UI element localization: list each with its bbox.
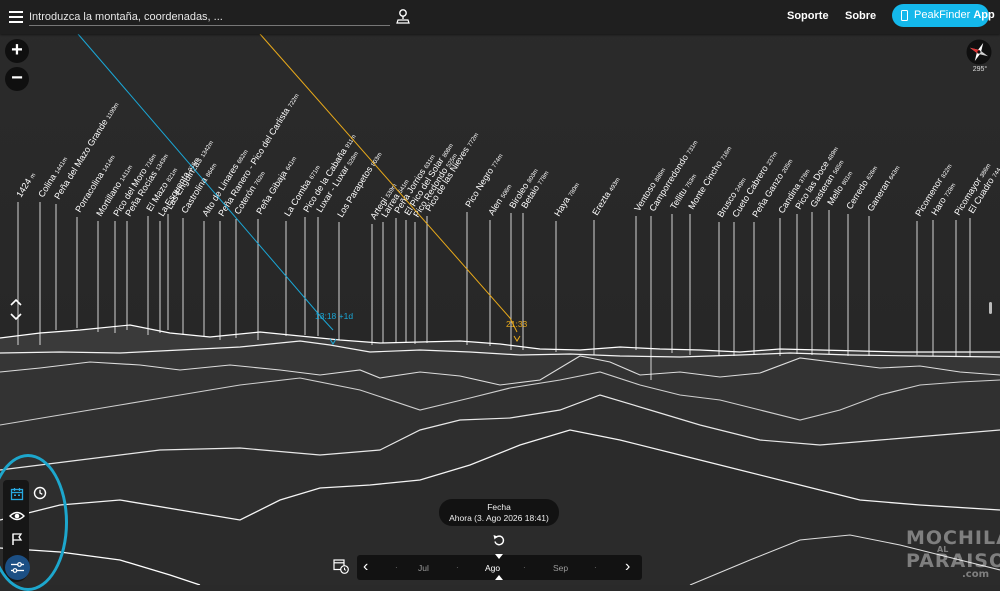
undo-icon[interactable] — [492, 533, 506, 547]
phone-icon — [901, 10, 908, 21]
timeline-tick: · — [594, 563, 597, 572]
compass-icon[interactable] — [966, 39, 992, 65]
timeline-month-current[interactable]: Ago — [485, 563, 500, 573]
search-input[interactable]: Introduzca la montaña, coordenadas, ... — [29, 9, 390, 26]
peakfinder-app-button[interactable]: PeakFinder App — [892, 4, 995, 27]
app-label: App — [973, 9, 995, 21]
date-picker-icon[interactable] — [332, 557, 350, 575]
app-brand: PeakFinder — [914, 9, 971, 21]
vertical-scrollbar[interactable] — [989, 302, 992, 314]
chevron-right-icon[interactable]: › — [625, 559, 630, 575]
timeline-tick: · — [523, 563, 526, 572]
date-info-badge[interactable]: Fecha Ahora (3. Ago 2026 18:41) — [439, 499, 559, 526]
timeline-month-sep[interactable]: Sep — [553, 563, 568, 573]
timeline-tick: · — [395, 563, 398, 572]
support-link[interactable]: Soporte — [787, 10, 829, 22]
timeline-marker-top — [495, 554, 503, 559]
timeline-tick: · — [456, 563, 459, 572]
sunset-time-label: 21:33 — [506, 319, 528, 329]
zoom-out-button[interactable]: − — [5, 67, 29, 91]
timeline-marker-bottom — [495, 575, 503, 580]
date-title: Fecha — [487, 502, 511, 512]
chevron-left-icon[interactable]: ‹ — [363, 559, 368, 575]
chevron-up-icon[interactable] — [8, 296, 24, 308]
watermark-line1: MOCHILA — [906, 527, 1000, 549]
about-link[interactable]: Sobre — [845, 10, 876, 22]
timeline-month-jul[interactable]: Jul — [418, 563, 429, 573]
heading-readout: 295° — [972, 66, 988, 73]
moonset-time-label: 13:18 +1d — [315, 311, 353, 321]
panorama-view[interactable]: 1424 mColina 1441mPeña del Mazo Grande 1… — [0, 0, 1000, 585]
chevron-down-icon[interactable] — [8, 311, 24, 323]
watermark-line4: .com — [962, 569, 990, 580]
date-value: Ahora (3. Ago 2026 18:41) — [449, 513, 549, 523]
zoom-in-button[interactable]: + — [5, 39, 29, 63]
menu-icon[interactable] — [9, 8, 23, 24]
locate-icon[interactable] — [396, 8, 410, 24]
top-bar: Introduzca la montaña, coordenadas, ... … — [0, 0, 1000, 34]
